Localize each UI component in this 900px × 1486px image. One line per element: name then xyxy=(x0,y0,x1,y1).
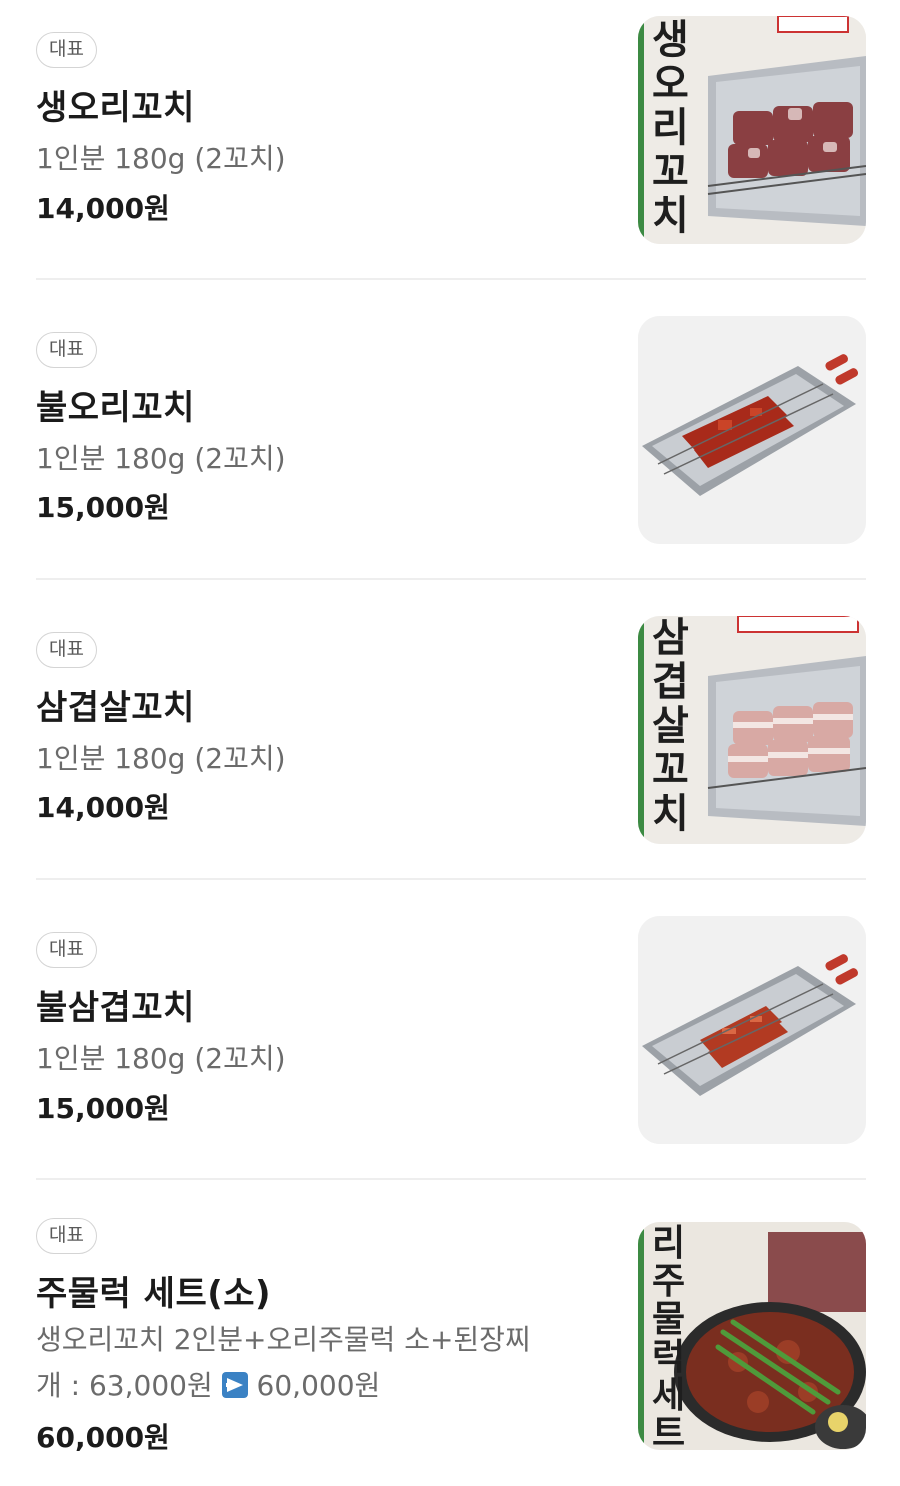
menu-price: 60,000원 xyxy=(36,1421,170,1454)
menu-description-line: 개 : 63,000원 60,000원 xyxy=(36,1363,591,1409)
divider xyxy=(36,1178,866,1180)
badge-representative: 대표 xyxy=(36,32,97,68)
menu-image[interactable] xyxy=(638,916,866,1144)
menu-name: 삼겹살꼬치 xyxy=(36,688,195,728)
divider xyxy=(36,878,866,880)
menu-item-spicy-duck[interactable]: 대표 불오리꼬치 1인분 180g (2꼬치) 15,000원 xyxy=(36,314,866,544)
menu-name: 생오리꼬치 xyxy=(36,88,195,128)
menu-name: 주물럭 세트(소) xyxy=(36,1274,272,1314)
menu-item-raw-duck[interactable]: 대표 생오리꼬치 1인분 180g (2꼬치) 14,000원 생오리꼬치 xyxy=(36,14,866,244)
menu-price: 14,000원 xyxy=(36,791,170,824)
menu-item-jumulleok-set[interactable]: 대표 주물럭 세트(소) 생오리꼬치 2인분+오리주물럭 소+된장찌 개 : 6… xyxy=(36,1214,866,1464)
menu-image[interactable] xyxy=(638,316,866,544)
menu-image[interactable]: 삼겹살꼬치 xyxy=(638,616,866,844)
menu-price: 14,000원 xyxy=(36,192,170,225)
menu-item-pork-belly[interactable]: 대표 삼겹살꼬치 1인분 180g (2꼬치) 14,000원 삼겹살꼬치 xyxy=(36,614,866,844)
menu-name: 불삼겹꼬치 xyxy=(36,988,195,1028)
menu-description: 생오리꼬치 2인분+오리주물럭 소+된장찌 개 : 63,000원 60,000… xyxy=(36,1317,591,1409)
divider xyxy=(36,278,866,280)
divider xyxy=(36,578,866,580)
menu-image[interactable]: 리주물럭세트 xyxy=(638,1222,866,1450)
image-caption-vertical: 생오리꼬치 xyxy=(652,16,689,239)
image-caption-vertical: 리주물럭세트 xyxy=(652,1222,686,1450)
menu-price: 15,000원 xyxy=(36,1092,170,1125)
menu-description: 1인분 180g (2꼬치) xyxy=(36,142,286,175)
badge-representative: 대표 xyxy=(36,1218,97,1254)
sale-price-text: 60,000원 xyxy=(247,1369,381,1402)
original-price-text: 개 : 63,000원 xyxy=(36,1369,222,1402)
menu-price: 15,000원 xyxy=(36,491,170,524)
menu-name: 불오리꼬치 xyxy=(36,388,195,428)
arrow-right-icon xyxy=(221,1372,248,1398)
menu-image[interactable]: 생오리꼬치 xyxy=(638,16,866,244)
menu-description: 1인분 180g (2꼬치) xyxy=(36,1042,286,1075)
badge-representative: 대표 xyxy=(36,632,97,668)
menu-description-line: 생오리꼬치 2인분+오리주물럭 소+된장찌 xyxy=(36,1323,531,1356)
menu-description: 1인분 180g (2꼬치) xyxy=(36,442,286,475)
menu-description: 1인분 180g (2꼬치) xyxy=(36,742,286,775)
menu-item-spicy-pork[interactable]: 대표 불삼겹꼬치 1인분 180g (2꼬치) 15,000원 xyxy=(36,914,866,1144)
image-caption-vertical: 삼겹살꼬치 xyxy=(652,616,689,837)
badge-representative: 대표 xyxy=(36,932,97,968)
badge-representative: 대표 xyxy=(36,332,97,368)
